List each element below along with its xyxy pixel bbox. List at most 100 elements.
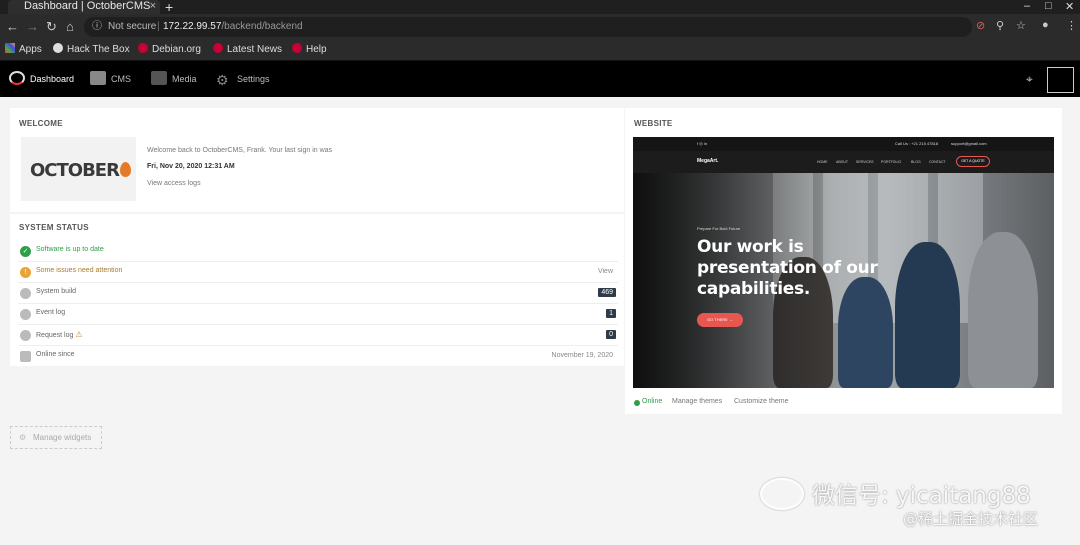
bookmarks-bar: Apps Hack The Box Debian.org Latest News… [0, 40, 1080, 61]
preview-tagline: Prepare For Bold Future [697, 226, 741, 231]
welcome-title: Welcome [19, 119, 63, 128]
bookmark-label: Debian.org [152, 44, 201, 55]
apps-grid-icon [5, 43, 15, 53]
status-row-build: System build 469 [18, 283, 618, 304]
debian-icon [292, 43, 302, 53]
calendar-icon [20, 351, 31, 362]
profile-icon[interactable]: ● [1042, 19, 1049, 31]
status-label: System build [36, 288, 77, 295]
preview-menu-item: CONTACT [929, 160, 946, 164]
wechat-icon [760, 478, 804, 510]
browser-tab-bar: Dashboard | OctoberCMS × + – □ ✕ [0, 0, 1080, 15]
back-icon[interactable]: ← [6, 19, 19, 34]
preview-email: support@gmail.com [951, 141, 987, 146]
photo-person [895, 242, 960, 388]
minimize-icon[interactable]: – [1024, 0, 1030, 12]
dashboard-icon [9, 71, 25, 85]
new-tab-button[interactable]: + [165, 0, 173, 15]
address-bar[interactable]: ⓘ Not secure | 172.22.99.57/backend/back… [84, 17, 972, 37]
nav-dashboard[interactable]: Dashboard [9, 71, 74, 87]
preview-quote-button: GET A QUOTE [956, 156, 990, 167]
preview-topbar: f ◎ in Call Us : +21 215 47818 support@g… [633, 137, 1054, 151]
browser-toolbar: ← → ↻ ⌂ ⓘ Not secure | 172.22.99.57/back… [0, 14, 1080, 40]
address-separator: | [157, 21, 160, 32]
security-label: Not secure [108, 21, 157, 32]
info-icon[interactable]: ⓘ [92, 17, 102, 37]
avatar[interactable] [1047, 67, 1074, 93]
cms-top-nav: Dashboard CMS Media ⚙ Settings [0, 61, 1080, 97]
bookmark-hack-the-box[interactable]: Hack The Box [53, 43, 130, 57]
cms-icon [90, 71, 106, 85]
preview-headline-3: capabilities. [697, 279, 811, 299]
view-issues-link[interactable]: View [598, 268, 613, 275]
manage-themes-link[interactable]: Manage themes [672, 398, 722, 405]
last-signin: Fri, Nov 20, 2020 12:31 AM [147, 163, 235, 170]
preview-menu-item: SERVICES [856, 160, 874, 164]
url-path: /backend/backend [221, 21, 303, 32]
browser-tab[interactable]: Dashboard | OctoberCMS × [8, 0, 160, 14]
url-text: 172.22.99.57/backend/backend [163, 17, 303, 37]
online-since-value: November 19, 2020 [551, 352, 613, 359]
home-icon[interactable]: ⌂ [66, 19, 74, 34]
bookmark-apps[interactable]: Apps [5, 43, 42, 57]
gear-icon: ⚙ [19, 433, 27, 442]
zoom-icon[interactable]: ⚲ [996, 19, 1004, 32]
nav-media[interactable]: Media [151, 71, 197, 87]
status-label: Software is up to date [36, 246, 104, 253]
preview-menu-item: ABOUT [836, 160, 849, 164]
media-icon [151, 71, 167, 85]
alert-icon: ⚠ [75, 330, 83, 339]
request-log-badge: 0 [606, 330, 616, 339]
photo-person [838, 277, 893, 388]
welcome-message: Welcome back to OctoberCMS, Frank. Your … [147, 147, 333, 154]
maximize-icon[interactable]: □ [1045, 0, 1052, 12]
debian-icon [138, 43, 148, 53]
preview-headline-2: presentation of our [697, 258, 878, 278]
bookmark-latest-news[interactable]: Latest News [213, 43, 282, 57]
forward-icon[interactable]: → [26, 19, 39, 34]
event-log-badge: 1 [606, 309, 616, 318]
photo-person [968, 232, 1038, 388]
preview-site-icon[interactable]: ⌖ [1026, 72, 1033, 87]
logo-text: OCTOBER [30, 160, 120, 181]
close-window-icon[interactable]: ✕ [1065, 0, 1074, 13]
tab-title: Dashboard | OctoberCMS [24, 0, 151, 12]
preview-menu-item: HOME [817, 160, 828, 164]
bookmark-label: Apps [19, 44, 42, 55]
social-icons: f ◎ in [697, 141, 707, 146]
bookmark-star-icon[interactable]: ☆ [1016, 19, 1026, 32]
status-label: Request log ⚠ [36, 330, 82, 339]
view-access-logs-link[interactable]: View access logs [147, 180, 201, 187]
bookmark-help[interactable]: Help [292, 43, 327, 57]
status-row-issues[interactable]: ! Some issues need attention View [18, 262, 618, 283]
blocked-icon[interactable]: ⊘ [976, 19, 985, 32]
customize-theme-link[interactable]: Customize theme [734, 398, 788, 405]
preview-menu-item: PORTFOLIO [881, 160, 902, 164]
request-log-label: Request log [36, 332, 74, 339]
tab-close-icon[interactable]: × [150, 0, 156, 13]
website-preview[interactable]: f ◎ in Call Us : +21 215 47818 support@g… [633, 137, 1054, 388]
nav-cms[interactable]: CMS [90, 71, 131, 87]
system-status-title: System status [19, 223, 89, 232]
preview-brand: MegaArt. [697, 158, 719, 164]
status-label: Event log [36, 309, 66, 316]
october-logo: OCTOBER [21, 137, 136, 201]
manage-widgets-label: Manage widgets [33, 433, 92, 442]
manage-widgets-button[interactable]: ⚙ Manage widgets [10, 426, 102, 449]
online-status-dot [634, 400, 640, 406]
status-row-event-log[interactable]: Event log 1 [18, 304, 618, 325]
preview-cta-button: GO THERE → [697, 313, 743, 327]
status-row-request-log[interactable]: Request log ⚠ 0 [18, 325, 618, 346]
nav-label: Media [172, 74, 197, 84]
debian-icon [213, 43, 223, 53]
url-host: 172.22.99.57 [163, 21, 222, 32]
bookmark-label: Help [306, 44, 327, 55]
bookmark-label: Latest News [227, 44, 283, 55]
browser-menu-icon[interactable]: ⋮ [1066, 19, 1077, 32]
status-row-online-since: Online since November 19, 2020 [18, 346, 618, 367]
nav-settings[interactable]: ⚙ Settings [216, 71, 270, 87]
nav-label: Dashboard [30, 74, 75, 84]
watermark-wechat: 微信号: yicaitang88 [812, 483, 1031, 509]
reload-icon[interactable]: ↻ [46, 19, 57, 35]
bookmark-debian[interactable]: Debian.org [138, 43, 201, 57]
